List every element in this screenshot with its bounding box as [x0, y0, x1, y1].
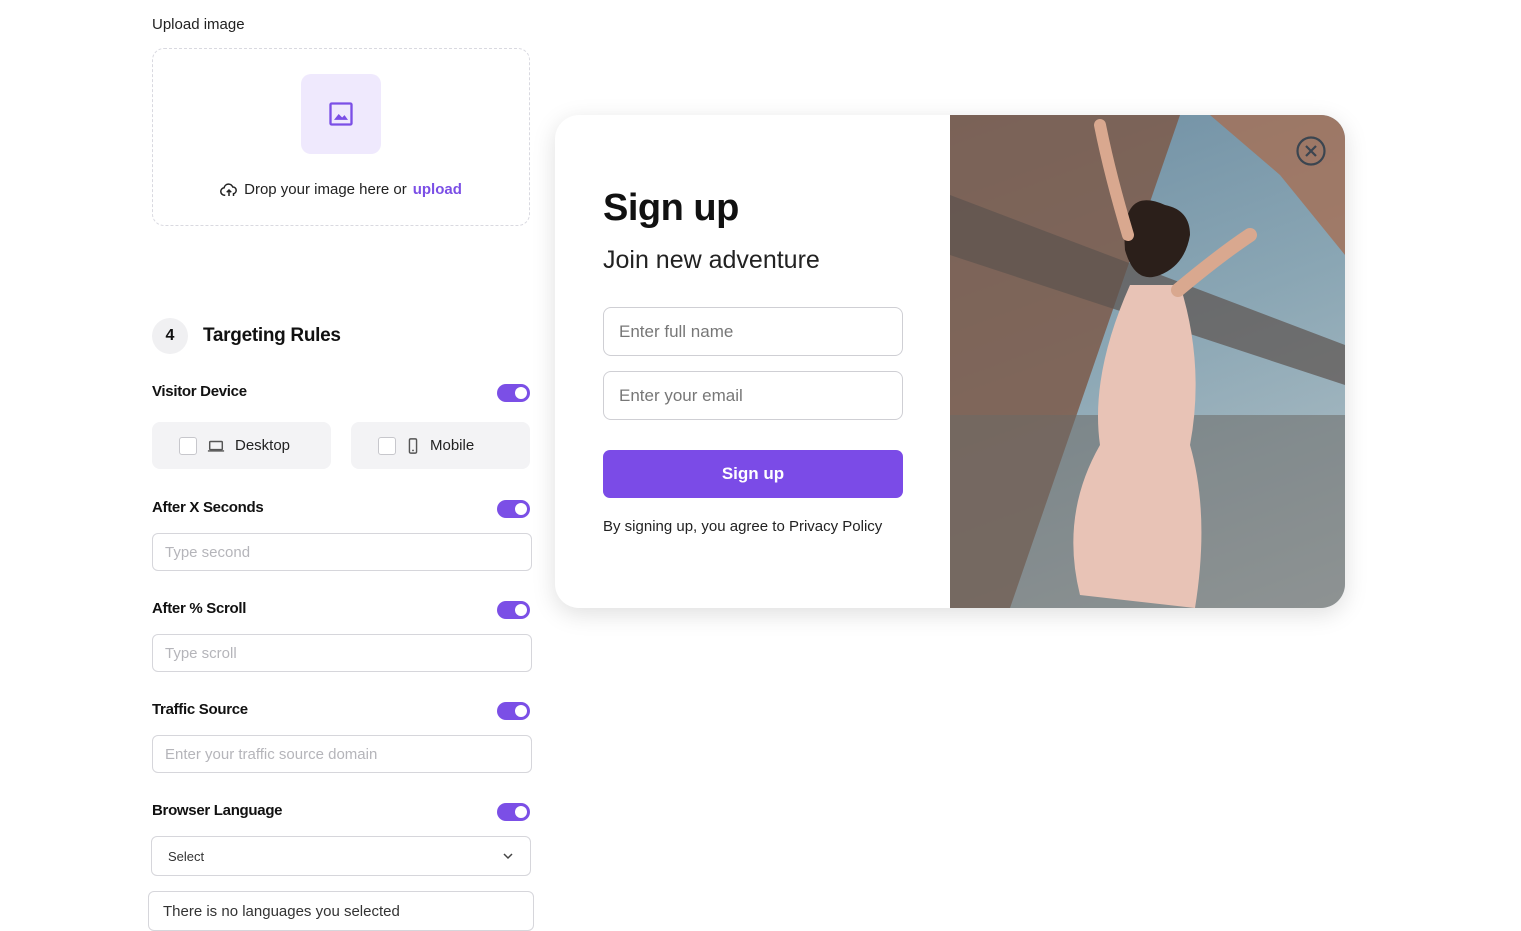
language-select[interactable]: Select	[151, 836, 531, 876]
drop-text: Drop your image here or	[244, 181, 407, 198]
language-select-value: Select	[168, 848, 205, 864]
seconds-input[interactable]	[152, 533, 532, 571]
desktop-label: Desktop	[235, 437, 291, 454]
traffic-source-input[interactable]	[152, 735, 532, 773]
chevron-down-icon	[503, 853, 513, 860]
image-placeholder-tile	[301, 74, 381, 154]
visitor-device-toggle[interactable]	[497, 384, 530, 402]
popup-subtitle: Join new adventure	[603, 246, 820, 274]
upload-link[interactable]: upload	[413, 181, 462, 198]
browser-language-label: Browser Language	[152, 802, 283, 819]
traffic-source-label: Traffic Source	[152, 701, 248, 718]
device-option-mobile[interactable]: Mobile	[351, 422, 530, 469]
after-scroll-toggle[interactable]	[497, 601, 530, 619]
woman-dancing-photo	[950, 115, 1345, 608]
after-scroll-label: After % Scroll	[152, 600, 247, 617]
image-dropzone[interactable]: Drop your image here or upload	[152, 48, 530, 226]
mobile-icon	[408, 437, 418, 454]
privacy-disclaimer: By signing up, you agree to Privacy Poli…	[603, 518, 883, 535]
after-seconds-label: After X Seconds	[152, 499, 264, 516]
popup-hero-image	[950, 115, 1345, 608]
visitor-device-label: Visitor Device	[152, 383, 247, 400]
laptop-icon	[207, 440, 225, 452]
device-option-desktop[interactable]: Desktop	[152, 422, 331, 469]
upload-image-label: Upload image	[152, 16, 245, 33]
scroll-input[interactable]	[152, 634, 532, 672]
mobile-checkbox[interactable]	[378, 436, 396, 455]
step-number-badge: 4	[152, 318, 188, 354]
close-icon[interactable]	[1295, 135, 1327, 167]
section-title: Targeting Rules	[203, 325, 341, 346]
drop-instructions: Drop your image here or upload	[153, 181, 529, 198]
cloud-upload-icon	[220, 182, 238, 196]
selected-languages-box: There is no languages you selected	[148, 891, 534, 931]
full-name-input[interactable]	[603, 307, 903, 356]
browser-language-toggle[interactable]	[497, 803, 530, 821]
signup-button[interactable]: Sign up	[603, 450, 903, 498]
mobile-label: Mobile	[430, 437, 475, 454]
after-seconds-toggle[interactable]	[497, 500, 530, 518]
signup-popup-preview: Sign up Join new adventure Sign up By si…	[555, 115, 1345, 608]
image-icon	[329, 102, 353, 126]
desktop-checkbox[interactable]	[179, 436, 197, 455]
email-input[interactable]	[603, 371, 903, 420]
traffic-source-toggle[interactable]	[497, 702, 530, 720]
popup-title: Sign up	[603, 187, 739, 229]
